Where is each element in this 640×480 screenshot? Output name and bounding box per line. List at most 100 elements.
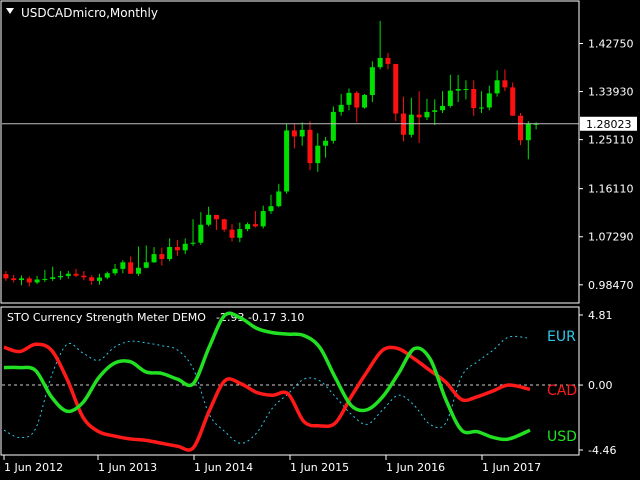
candle-body bbox=[494, 80, 500, 94]
candle-body bbox=[50, 277, 56, 279]
candle-body bbox=[424, 111, 430, 118]
candle-body bbox=[11, 278, 17, 281]
candle-body bbox=[34, 279, 40, 283]
candle-body bbox=[89, 277, 95, 281]
candle-body bbox=[307, 129, 313, 164]
candle-body bbox=[471, 89, 477, 109]
indicator-tick-label: 0.00 bbox=[588, 379, 613, 392]
candle-body bbox=[42, 278, 48, 280]
candle-body bbox=[96, 277, 102, 281]
price-tick-label: 1.33930 bbox=[588, 86, 634, 99]
time-tick-label: 1 Jun 2012 bbox=[4, 461, 63, 474]
candle-body bbox=[229, 229, 235, 238]
indicator-legend: EUR CAD USD bbox=[547, 329, 577, 445]
candle-body bbox=[135, 267, 141, 274]
legend-usd: USD bbox=[547, 429, 577, 445]
candle-body bbox=[151, 254, 157, 263]
candle-body bbox=[143, 262, 149, 268]
trading-chart[interactable]: USDCADmicro,Monthly 1.42750 1.33930 1.2511… bbox=[0, 0, 640, 480]
candle-body bbox=[315, 145, 321, 164]
candle-body bbox=[245, 224, 251, 230]
current-price-label: 1.28023 bbox=[586, 118, 632, 131]
candle-body bbox=[213, 214, 219, 220]
time-tick-label: 1 Jun 2015 bbox=[290, 461, 349, 474]
candle-body bbox=[104, 273, 110, 278]
time-axis: 1 Jun 2012 1 Jun 2013 1 Jun 2014 1 Jun 2015… bbox=[3, 455, 541, 474]
indicator-title: STO Currency Strength Meter DEMO bbox=[7, 311, 206, 324]
main-chart-frame[interactable] bbox=[0, 0, 580, 304]
price-tick-label: 0.98470 bbox=[588, 279, 634, 292]
time-tick-label: 1 Jun 2017 bbox=[482, 461, 541, 474]
candle-body bbox=[525, 123, 531, 141]
price-axis: 1.42750 1.33930 1.25110 1.16110 1.07290 0.984… bbox=[579, 38, 634, 292]
candle-body bbox=[26, 278, 32, 283]
indicator-axis: 4.81 0.00 -4.46 bbox=[579, 309, 616, 457]
candle-body bbox=[291, 130, 297, 137]
indicator-tick-label: -4.46 bbox=[588, 444, 616, 457]
candle-body bbox=[408, 114, 414, 135]
candle-body bbox=[237, 229, 243, 238]
candle-body bbox=[112, 268, 118, 274]
candle-body bbox=[338, 104, 344, 112]
candle-body bbox=[463, 89, 469, 91]
indicator-frame[interactable] bbox=[0, 306, 580, 456]
candle-body bbox=[57, 275, 63, 278]
candle-body bbox=[455, 89, 461, 91]
symbol-title: USDCADmicro,Monthly bbox=[21, 6, 158, 20]
candle-body bbox=[18, 278, 24, 281]
candle-body bbox=[284, 130, 290, 192]
candle-body bbox=[159, 254, 165, 260]
candle-body bbox=[120, 262, 126, 269]
candle-body bbox=[206, 214, 212, 225]
time-tick-label: 1 Jun 2016 bbox=[386, 461, 445, 474]
candle-body bbox=[377, 57, 383, 68]
candle-body bbox=[299, 129, 305, 137]
candle-body bbox=[416, 114, 422, 118]
indicator-lines bbox=[3, 311, 531, 452]
candle-body bbox=[447, 90, 453, 106]
price-tick-label: 1.25110 bbox=[588, 134, 634, 147]
candle-body bbox=[276, 191, 282, 207]
candle-body bbox=[182, 243, 188, 251]
candle-body bbox=[73, 273, 79, 276]
candle-body bbox=[346, 92, 352, 105]
price-tick-label: 1.16110 bbox=[588, 183, 634, 196]
candle-body bbox=[440, 105, 446, 111]
candle-body bbox=[486, 93, 492, 108]
candle-body bbox=[167, 247, 173, 260]
candle-body bbox=[198, 224, 204, 243]
candle-body bbox=[221, 219, 227, 230]
candle-body bbox=[323, 140, 329, 146]
price-tick-label: 1.42750 bbox=[588, 38, 634, 51]
candle-body bbox=[518, 115, 524, 141]
candle-body bbox=[354, 92, 360, 108]
indicator-tick-label: 4.81 bbox=[588, 309, 613, 322]
legend-cad: CAD bbox=[547, 383, 577, 399]
candles bbox=[3, 20, 539, 287]
candle-body bbox=[268, 206, 274, 212]
candle-body bbox=[252, 224, 258, 227]
price-tick-label: 1.07290 bbox=[588, 231, 634, 244]
time-tick-label: 1 Jun 2013 bbox=[98, 461, 157, 474]
candle-body bbox=[369, 67, 375, 96]
candle-body bbox=[479, 107, 485, 109]
time-tick-label: 1 Jun 2014 bbox=[194, 461, 253, 474]
candle-body bbox=[385, 57, 391, 64]
candle-body bbox=[260, 211, 266, 227]
candle-body bbox=[393, 63, 399, 114]
candle-body bbox=[510, 87, 516, 116]
candle-body bbox=[65, 273, 71, 276]
candle-body bbox=[432, 110, 438, 112]
candle-body bbox=[330, 111, 336, 141]
triangle-down-icon[interactable] bbox=[6, 8, 14, 14]
candle-body bbox=[128, 262, 134, 274]
series-cad-line bbox=[3, 342, 531, 452]
candle-body bbox=[3, 274, 9, 279]
candle-body bbox=[81, 275, 87, 278]
candle-body bbox=[190, 242, 196, 244]
candle-body bbox=[362, 95, 368, 108]
series-usd-line bbox=[3, 311, 531, 442]
legend-eur: EUR bbox=[547, 329, 576, 345]
candle-body bbox=[502, 80, 508, 88]
candle-body bbox=[174, 247, 180, 251]
